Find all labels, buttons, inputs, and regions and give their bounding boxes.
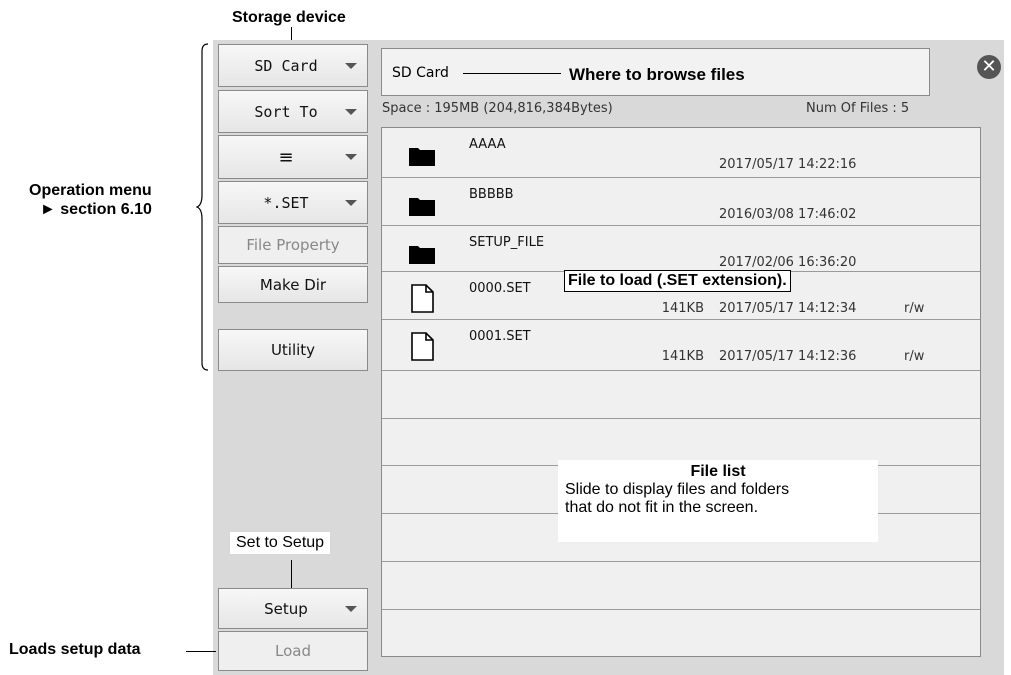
file-date: 2017/05/17 14:12:36	[719, 349, 857, 364]
chevron-down-icon	[345, 605, 357, 612]
sort-to-dropdown[interactable]: Sort To	[218, 90, 368, 133]
file-size: 141KB	[661, 349, 704, 364]
storage-device-label: SD Card	[254, 56, 318, 75]
load-label: Load	[275, 642, 311, 660]
load-button[interactable]: Load	[218, 631, 368, 671]
file-date: 2017/05/17 14:22:16	[719, 157, 857, 172]
file-attribute: r/w	[904, 301, 925, 316]
file-name: SETUP_FILE	[469, 235, 545, 250]
file-icon	[411, 332, 434, 361]
loads-setup-data-annotation: Loads setup data	[9, 641, 141, 658]
close-icon[interactable]: ✕	[977, 55, 1001, 79]
file-list-annotation-title: File list	[690, 463, 746, 480]
utility-label: Utility	[270, 341, 316, 359]
file-count: Num Of Files : 5	[806, 101, 910, 116]
list-item[interactable]: AAAA 2017/05/17 14:22:16	[382, 128, 980, 178]
section-reference-annotation: ► section 6.10	[40, 201, 152, 218]
view-mode-label: ≡	[278, 146, 294, 168]
file-filter-label: *.SET	[263, 193, 309, 212]
sort-to-label: Sort To	[254, 102, 318, 121]
file-list[interactable]: AAAA 2017/05/17 14:22:16 BBBBB 2016/03/0…	[381, 127, 981, 657]
list-item[interactable]: BBBBB 2016/03/08 17:46:02	[382, 178, 980, 226]
list-item[interactable]: 0001.SET 141KB 2017/05/17 14:12:36 r/w	[382, 320, 980, 371]
folder-icon	[409, 148, 435, 166]
file-filter-dropdown[interactable]: *.SET	[218, 181, 368, 224]
file-list-annotation-line2: that do not fit in the screen.	[565, 499, 759, 516]
storage-device-dropdown[interactable]: SD Card	[218, 44, 368, 87]
make-dir-label: Make Dir	[259, 275, 327, 294]
path-leader	[463, 73, 561, 74]
file-name: AAAA	[469, 137, 506, 152]
file-to-load-annotation: File to load (.SET extension).	[564, 270, 791, 292]
chevron-down-icon	[345, 108, 357, 115]
file-list-annotation-line1: Slide to display files and folders	[565, 481, 790, 498]
file-date: 2017/02/06 16:36:20	[719, 255, 857, 270]
list-item[interactable]: SETUP_FILE 2017/02/06 16:36:20	[382, 226, 980, 272]
folder-icon	[409, 198, 435, 216]
chevron-down-icon	[345, 154, 357, 160]
chevron-down-icon	[345, 199, 357, 206]
file-icon	[411, 284, 434, 313]
empty-row	[382, 371, 980, 419]
loads-setup-data-leader	[186, 651, 216, 652]
view-mode-dropdown[interactable]: ≡	[218, 135, 368, 179]
current-path: SD Card	[392, 65, 449, 81]
file-property-label: File Property	[246, 236, 340, 254]
make-dir-button[interactable]: Make Dir	[218, 266, 368, 303]
file-property-button[interactable]: File Property	[218, 226, 368, 264]
where-to-browse-annotation: Where to browse files	[569, 65, 745, 84]
file-date: 2017/05/17 14:12:34	[719, 301, 857, 316]
folder-icon	[409, 246, 435, 264]
empty-row	[382, 419, 980, 466]
file-date: 2016/03/08 17:46:02	[719, 207, 857, 222]
file-attribute: r/w	[904, 349, 925, 364]
set-to-setup-annotation: Set to Setup	[230, 532, 331, 554]
file-size: 141KB	[661, 301, 704, 316]
file-name: 0001.SET	[469, 329, 531, 344]
file-name: BBBBB	[469, 187, 514, 202]
file-name: 0000.SET	[469, 281, 531, 296]
utility-button[interactable]: Utility	[218, 329, 368, 371]
mode-label: Setup	[264, 599, 308, 618]
empty-row	[382, 562, 980, 610]
operation-menu-annotation: Operation menu	[29, 182, 152, 199]
mode-dropdown[interactable]: Setup	[218, 588, 368, 629]
set-to-setup-leader	[291, 560, 292, 588]
storage-device-annotation: Storage device	[232, 9, 346, 26]
operation-menu-brace	[196, 43, 209, 371]
file-list-annotation: File list Slide to display files and fol…	[558, 460, 878, 542]
storage-space: Space : 195MB (204,816,384Bytes)	[382, 101, 613, 116]
chevron-down-icon	[345, 62, 357, 69]
